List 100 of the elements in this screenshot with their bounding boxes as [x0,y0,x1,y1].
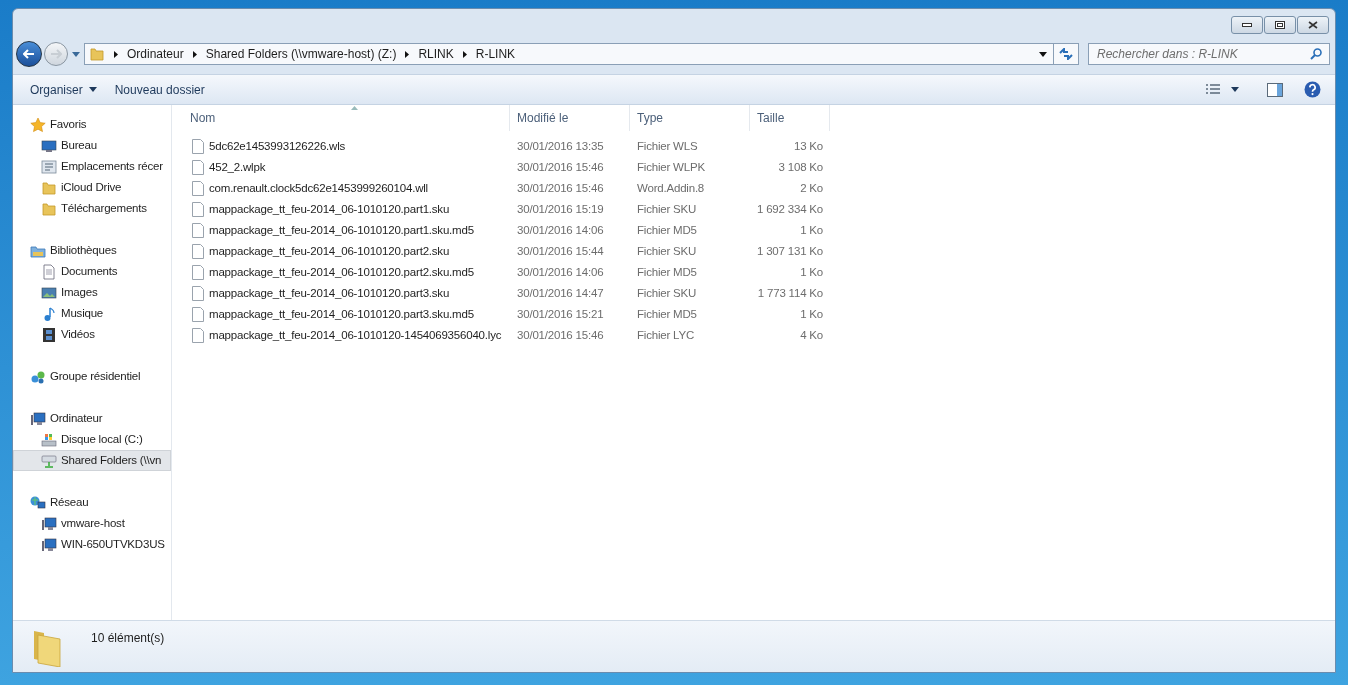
computer-icon [30,410,46,427]
close-icon [1308,21,1318,29]
minimize-button[interactable] [1231,16,1263,34]
column-header[interactable]: Modifié le [510,105,630,131]
modified-date: 30/01/2016 15:46 [516,159,605,175]
chevron-right-icon[interactable] [405,50,410,58]
breadcrumb[interactable]: RLINK [418,45,454,63]
history-dropdown-icon[interactable] [72,51,80,57]
address-bar[interactable]: Ordinateur Shared Folders (\\vmware-host) (Z:) RLINK R-LINK [84,43,1079,65]
file-size: 1 Ko [799,222,824,238]
refresh-arrows-icon [1059,48,1073,60]
file-row[interactable]: 452_2.wlpk 30/01/2016 15:46 Fichier WLPK 3 108 Ko [172,157,1335,178]
column-header[interactable]: Taille [750,105,830,131]
modified-date: 30/01/2016 15:46 [516,327,605,343]
file-type: Fichier MD5 [636,306,698,322]
toolbar-button[interactable]: Organiser [21,77,106,102]
sidebar-item[interactable]: Bureau [13,135,171,156]
file-row[interactable]: com.renault.clock5dc62e1453999260104.wll 30/01/2016 15:46 Word.Addin.8 2 Ko [172,178,1335,199]
preview-pane-icon[interactable] [1267,82,1283,97]
sidebar-item[interactable]: Vidéos [13,324,171,345]
file-name: mappackage_tt_feu-2014_06-1010120.part2.sku [209,243,450,259]
sidebar-item[interactable]: Disque local (C:) [13,429,171,450]
file-size: 1 Ko [799,306,824,322]
sidebar-item[interactable]: Bibliothèques [13,240,171,261]
file-row[interactable]: mappackage_tt_feu-2014_06-1010120.part3.sku 30/01/2016 14:47 Fichier SKU 1 773 114 Ko [172,283,1335,304]
network-icon [30,494,46,511]
chevron-right-icon[interactable] [114,50,118,58]
file-row[interactable]: mappackage_tt_feu-2014_06-1010120.part2.sku.md5 30/01/2016 14:06 Fichier MD5 1 Ko [172,262,1335,283]
file-type: Fichier MD5 [636,264,698,280]
file-type: Fichier SKU [636,201,698,217]
restore-icon [1275,21,1285,29]
help-icon[interactable] [1304,81,1321,98]
sidebar-item[interactable]: Groupe résidentiel [13,366,171,387]
dropdown-caret-icon[interactable] [1231,87,1239,92]
sidebar-item[interactable]: Documents [13,261,171,282]
sidebar-item[interactable]: Téléchargements [13,198,171,219]
modified-date: 30/01/2016 15:44 [516,243,605,259]
back-button[interactable] [16,41,42,67]
sidebar-item[interactable]: iCloud Drive [13,177,171,198]
search-field[interactable]: Rechercher dans : R-LINK [1088,43,1330,65]
dropdown-caret-icon[interactable] [1039,51,1047,57]
sidebar-item[interactable]: Favoris [13,114,171,135]
file-row[interactable]: mappackage_tt_feu-2014_06-1010120.part1.sku.md5 30/01/2016 14:06 Fichier MD5 1 Ko [172,220,1335,241]
file-row[interactable]: mappackage_tt_feu-2014_06-1010120.part1.sku 30/01/2016 15:19 Fichier SKU 1 692 334 Ko [172,199,1335,220]
file-type: Fichier LYC [636,327,696,343]
sidebar-item[interactable]: Musique [13,303,171,324]
file-name: 5dc62e1453993126226.wls [209,138,346,154]
file-size: 3 108 Ko [777,159,824,175]
chevron-right-icon[interactable] [192,50,197,58]
toolbar-button[interactable]: Nouveau dossier [105,77,214,102]
modified-date: 30/01/2016 15:21 [516,306,605,322]
file-icon [192,265,204,280]
sidebar-item[interactable]: Ordinateur [13,408,171,429]
chevron-right-icon[interactable] [462,50,467,58]
modified-date: 30/01/2016 15:19 [516,201,605,217]
file-size: 1 307 131 Ko [755,243,824,259]
breadcrumb[interactable]: Shared Folders (\\vmware-host) (Z:) [205,45,397,63]
file-name: 452_2.wlpk [209,159,266,175]
column-header[interactable]: Type [630,105,750,131]
file-icon [192,139,204,154]
folder-icon [41,179,57,196]
file-type: Fichier SKU [636,243,698,259]
star-icon [30,116,46,133]
breadcrumb[interactable]: Ordinateur [127,45,184,63]
view-list-icon[interactable] [1205,83,1221,96]
search-icon [1310,48,1322,60]
file-size: 2 Ko [799,180,824,196]
recent-places-icon [41,158,57,175]
dropdown-caret-icon [88,87,97,92]
file-row[interactable]: 5dc62e1453993126226.wls 30/01/2016 13:35 Fichier WLS 13 Ko [172,136,1335,157]
modified-date: 30/01/2016 14:06 [516,222,605,238]
file-row[interactable]: mappackage_tt_feu-2014_06-1010120-1454069356040.lyc 30/01/2016 15:46 Fichier LYC 4 Ko [172,325,1335,346]
file-name: mappackage_tt_feu-2014_06-1010120.part3.sku [209,285,450,301]
sidebar-item[interactable]: WIN-650UTVKD3US [13,534,171,555]
network-drive-icon [41,452,57,469]
column-header[interactable]: Nom [172,105,510,131]
modified-date: 30/01/2016 13:35 [516,138,605,154]
sidebar-item[interactable]: Emplacements récer [13,156,171,177]
file-icon [192,181,204,196]
picture-icon [41,284,57,301]
file-icon [192,307,204,322]
file-row[interactable]: mappackage_tt_feu-2014_06-1010120.part2.sku 30/01/2016 15:44 Fichier SKU 1 307 131 Ko [172,241,1335,262]
sidebar-item[interactable]: Shared Folders (\\vn [13,450,171,471]
file-size: 4 Ko [799,327,824,343]
file-type: Fichier MD5 [636,222,698,238]
sidebar-item[interactable]: vmware-host [13,513,171,534]
file-size: 1 Ko [799,264,824,280]
close-button[interactable] [1297,16,1329,34]
sidebar-item[interactable]: Images [13,282,171,303]
file-name: mappackage_tt_feu-2014_06-1010120.part1.sku.md5 [209,222,474,238]
file-icon [192,286,204,301]
breadcrumb[interactable]: R-LINK [475,45,516,63]
maximize-button[interactable] [1264,16,1296,34]
file-name: mappackage_tt_feu-2014_06-1010120.part3.sku.md5 [209,306,474,322]
folder-icon [41,200,57,217]
file-row[interactable]: mappackage_tt_feu-2014_06-1010120.part3.sku.md5 30/01/2016 15:21 Fichier MD5 1 Ko [172,304,1335,325]
modified-date: 30/01/2016 14:06 [516,264,605,280]
sidebar-item[interactable]: Réseau [13,492,171,513]
file-size: 1 692 334 Ko [755,201,824,217]
file-icon [192,244,204,259]
